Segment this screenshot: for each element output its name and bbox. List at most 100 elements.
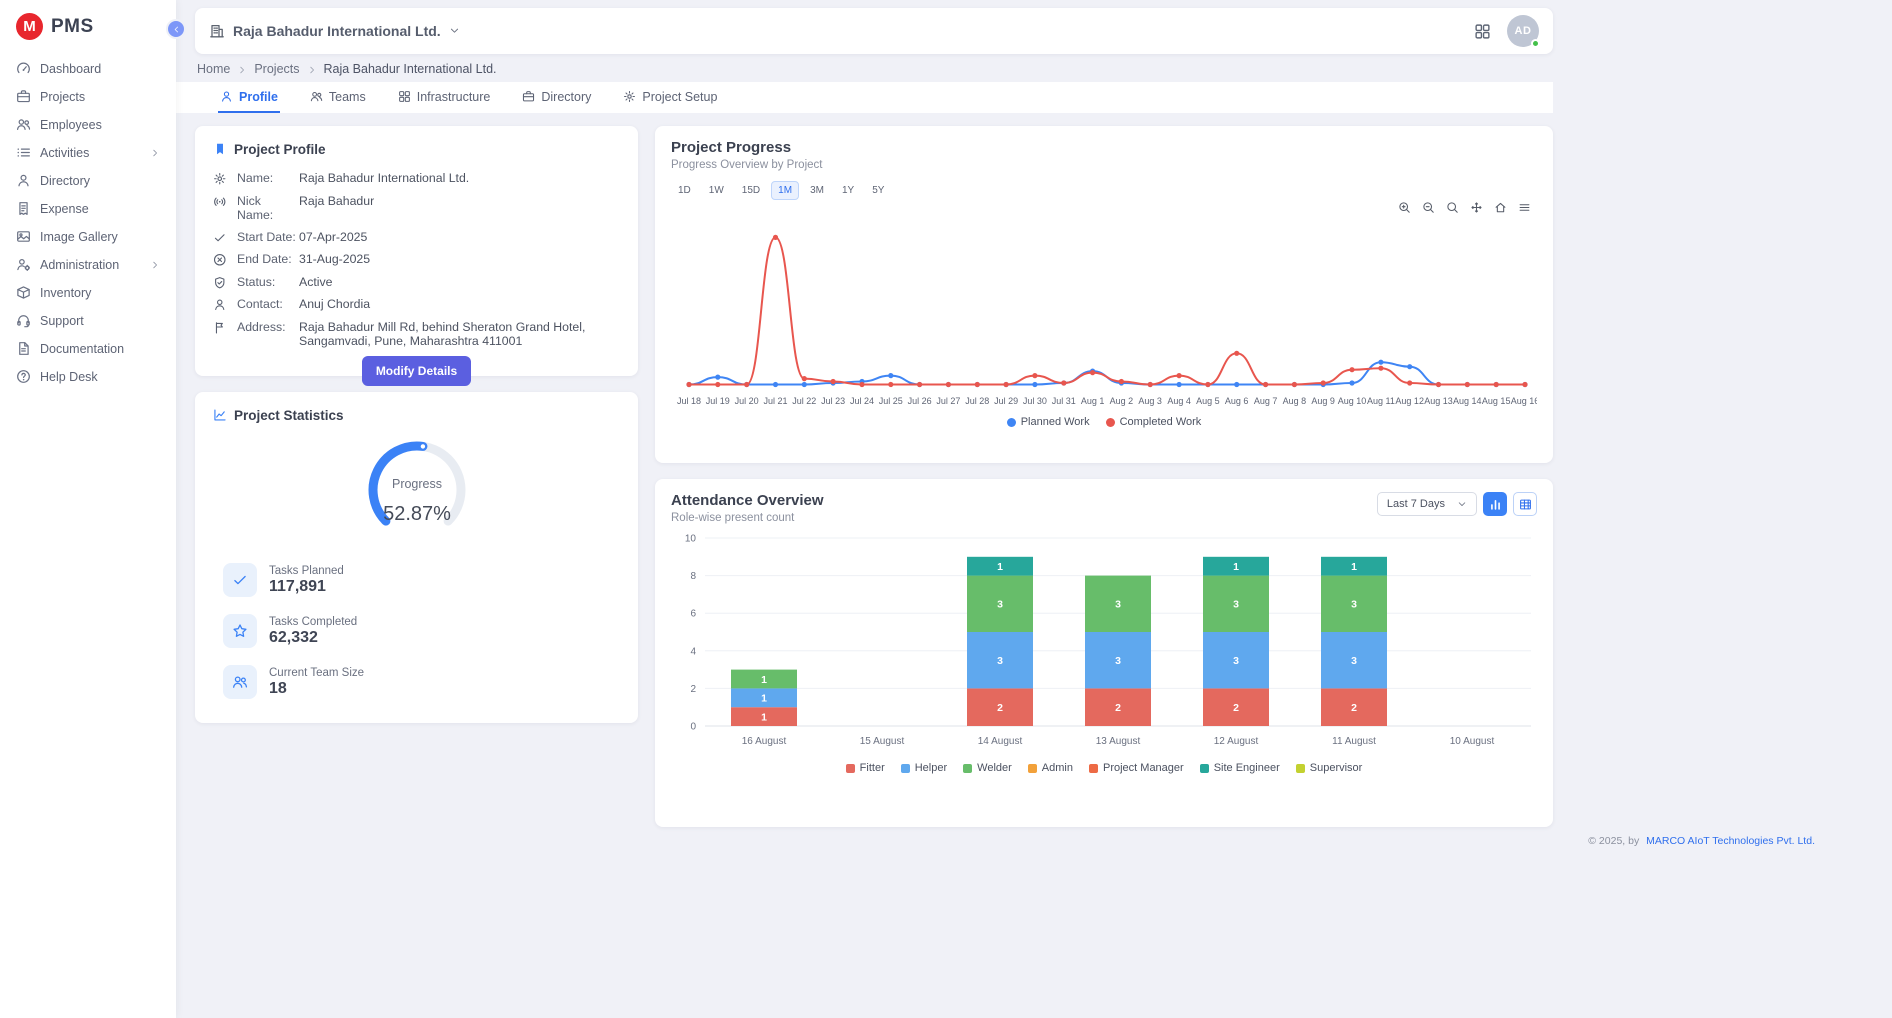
logo-icon: M [16, 13, 43, 40]
chart-tool-zoom-in[interactable] [1398, 201, 1411, 214]
chart-tool-pan[interactable] [1470, 201, 1483, 214]
modify-details-button[interactable]: Modify Details [362, 356, 471, 386]
sidebar-item-activities[interactable]: Activities [8, 140, 168, 165]
date-range-select[interactable]: Last 7 Days [1377, 492, 1477, 516]
user-avatar[interactable]: AD [1507, 15, 1539, 47]
legend-item-welder[interactable]: Welder [963, 762, 1012, 774]
range-1y[interactable]: 1Y [835, 181, 861, 200]
legend-item-completed-work[interactable]: Completed Work [1106, 416, 1202, 428]
attendance-bar-chart[interactable]: 024681016 August11115 August14 August233… [671, 530, 1537, 760]
chart-tool-home[interactable] [1494, 201, 1507, 214]
chevron-right-icon [150, 260, 160, 270]
svg-text:Aug 9: Aug 9 [1311, 396, 1335, 406]
stat-icon-box [223, 665, 257, 699]
progress-line-chart[interactable]: Jul 18Jul 19Jul 20Jul 21Jul 22Jul 23Jul … [671, 218, 1537, 414]
tab-profile[interactable]: Profile [218, 82, 280, 113]
chevron-left-icon [172, 25, 181, 34]
sidebar-item-label: Support [40, 314, 160, 328]
avatar-initials: AD [1515, 25, 1532, 37]
profile-field-contact: Contact:Anuj Chordia [213, 297, 620, 312]
svg-text:Aug 5: Aug 5 [1196, 396, 1220, 406]
range-5y[interactable]: 5Y [865, 181, 891, 200]
breadcrumb-item[interactable]: Home [197, 62, 230, 76]
legend-item-project-manager[interactable]: Project Manager [1089, 762, 1184, 774]
field-label: Status: [237, 275, 299, 289]
svg-text:Aug 16: Aug 16 [1511, 396, 1537, 406]
legend-item-admin[interactable]: Admin [1028, 762, 1073, 774]
sidebar-item-support[interactable]: Support [8, 308, 168, 333]
svg-text:3: 3 [1351, 599, 1357, 611]
sidebar-item-image-gallery[interactable]: Image Gallery [8, 224, 168, 249]
company-link[interactable]: MARCO AIoT Technologies Pvt. Ltd. [1646, 835, 1815, 847]
sidebar-item-documentation[interactable]: Documentation [8, 336, 168, 361]
sidebar-item-directory[interactable]: Directory [8, 168, 168, 193]
range-selector: 1D1W15D1M3M1Y5Y [671, 181, 1537, 200]
chevron-right-icon [237, 65, 247, 75]
breadcrumb: HomeProjectsRaja Bahadur International L… [197, 62, 1571, 76]
legend-item-fitter[interactable]: Fitter [846, 762, 885, 774]
broadcast-icon [213, 195, 227, 209]
table-view-toggle-button[interactable] [1513, 492, 1537, 516]
app-logo[interactable]: M PMS [0, 0, 176, 54]
legend-item-planned-work[interactable]: Planned Work [1007, 416, 1090, 428]
stat-value: 18 [269, 680, 364, 698]
people-icon [310, 90, 323, 103]
bar-view-toggle-button[interactable] [1483, 492, 1507, 516]
logo-text: PMS [51, 16, 94, 38]
svg-text:3: 3 [997, 655, 1003, 667]
legend-label: Completed Work [1120, 416, 1202, 428]
search-icon [1446, 201, 1459, 214]
tab-teams[interactable]: Teams [308, 82, 368, 113]
grid-apps-icon [398, 90, 411, 103]
person-gear-icon [16, 257, 31, 272]
company-selector[interactable]: Raja Bahadur International Ltd. [209, 22, 460, 40]
stat-label: Tasks Completed [269, 616, 357, 628]
main-content: Raja Bahadur International Ltd. AD Home P… [176, 0, 1573, 1018]
sidebar-item-employees[interactable]: Employees [8, 112, 168, 137]
chart-tool-search[interactable] [1446, 201, 1459, 214]
legend-label: Fitter [860, 762, 885, 774]
breadcrumb-item[interactable]: Projects [254, 62, 299, 76]
range-3m[interactable]: 3M [803, 181, 831, 200]
footer: © 2025, by MARCO AIoT Technologies Pvt. … [655, 835, 1892, 847]
legend-item-supervisor[interactable]: Supervisor [1296, 762, 1363, 774]
legend-swatch [1200, 764, 1209, 773]
tab-infrastructure[interactable]: Infrastructure [396, 82, 493, 113]
card-subtitle: Role-wise present count [671, 512, 824, 524]
legend-item-helper[interactable]: Helper [901, 762, 947, 774]
select-value: Last 7 Days [1387, 498, 1445, 510]
svg-text:Aug 7: Aug 7 [1254, 396, 1278, 406]
legend-swatch [963, 764, 972, 773]
sidebar-item-help-desk[interactable]: Help Desk [8, 364, 168, 389]
sidebar-item-dashboard[interactable]: Dashboard [8, 56, 168, 81]
chart-tool-zoom-out[interactable] [1422, 201, 1435, 214]
legend-item-site-engineer[interactable]: Site Engineer [1200, 762, 1280, 774]
svg-text:3: 3 [1115, 655, 1121, 667]
sidebar-item-projects[interactable]: Projects [8, 84, 168, 109]
people-icon [16, 117, 31, 132]
svg-text:15 August: 15 August [860, 736, 905, 747]
tab-project-setup[interactable]: Project Setup [621, 82, 719, 113]
apps-grid-button[interactable] [1474, 23, 1491, 40]
sidebar-item-expense[interactable]: Expense [8, 196, 168, 221]
svg-text:Aug 15: Aug 15 [1482, 396, 1511, 406]
sidebar-item-inventory[interactable]: Inventory [8, 280, 168, 305]
person-icon [213, 298, 227, 312]
sidebar-item-administration[interactable]: Administration [8, 252, 168, 277]
range-15d[interactable]: 15D [735, 181, 767, 200]
range-1m[interactable]: 1M [771, 181, 799, 200]
stat-label: Current Team Size [269, 667, 364, 679]
sidebar-item-label: Inventory [40, 286, 160, 300]
chevron-right-icon [150, 148, 160, 158]
sidebar-collapse-button[interactable] [166, 19, 186, 39]
svg-text:16 August: 16 August [742, 736, 787, 747]
chart-tool-menu[interactable] [1518, 201, 1531, 214]
svg-text:11 August: 11 August [1332, 736, 1376, 747]
range-1w[interactable]: 1W [702, 181, 731, 200]
tab-directory[interactable]: Directory [520, 82, 593, 113]
attendance-overview-card: Attendance Overview Role-wise present co… [655, 479, 1553, 827]
range-1d[interactable]: 1D [671, 181, 698, 200]
stat-tasks-planned: Tasks Planned117,891 [223, 563, 620, 597]
list-check-icon [16, 145, 31, 160]
box-icon [16, 285, 31, 300]
